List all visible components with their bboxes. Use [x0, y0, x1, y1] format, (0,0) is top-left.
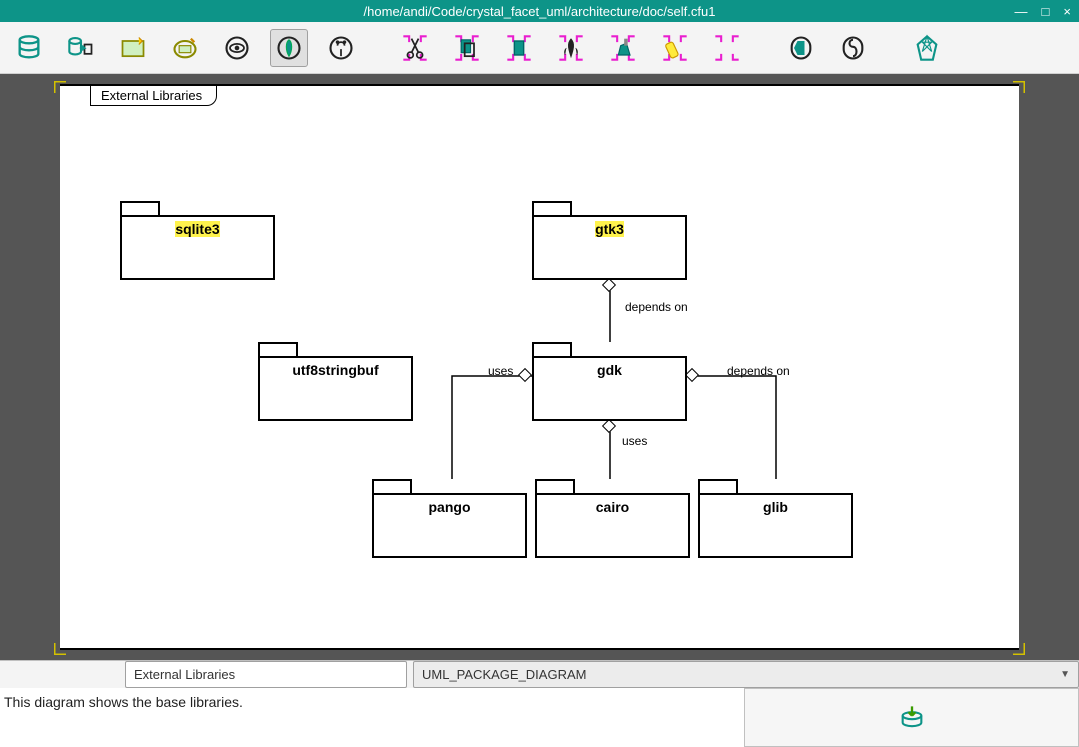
view-button[interactable] [218, 29, 256, 67]
package-label: glib [763, 499, 788, 515]
package-glib[interactable]: glib [698, 479, 853, 558]
new-window-button[interactable] [114, 29, 152, 67]
type-value: UML_PACKAGE_DIAGRAM [422, 667, 586, 682]
create-button[interactable] [322, 29, 360, 67]
type-dropdown[interactable]: UML_PACKAGE_DIAGRAM ▼ [413, 661, 1079, 688]
property-bar: UML_PACKAGE_DIAGRAM ▼ [0, 660, 1079, 688]
package-label: cairo [596, 499, 629, 515]
undo-button[interactable] [782, 29, 820, 67]
delete-button[interactable] [552, 29, 590, 67]
package-label: pango [429, 499, 471, 515]
cut-button[interactable] [396, 29, 434, 67]
about-button[interactable] [908, 29, 946, 67]
name-field[interactable] [125, 661, 407, 688]
diagram-stage-wrap: External Libraries depends on uses uses [0, 74, 1079, 660]
paste-button[interactable] [500, 29, 538, 67]
reset-selection-button[interactable] [708, 29, 746, 67]
package-gtk3[interactable]: gtk3 [532, 201, 687, 280]
minimize-button[interactable]: — [1015, 5, 1028, 18]
close-button[interactable]: × [1063, 5, 1071, 18]
highlight-button[interactable] [656, 29, 694, 67]
save-icon [898, 704, 926, 732]
titlebar: /home/andi/Code/crystal_facet_uml/archit… [0, 0, 1079, 22]
new-sibling-button[interactable] [166, 29, 204, 67]
package-cairo[interactable]: cairo [535, 479, 690, 558]
package-label: gdk [597, 362, 622, 378]
redo-button[interactable] [834, 29, 872, 67]
export-button[interactable] [62, 29, 100, 67]
package-label: sqlite3 [175, 221, 219, 237]
copy-button[interactable] [448, 29, 486, 67]
window-controls: — □ × [1015, 5, 1071, 18]
description-row: This diagram shows the base libraries. [0, 688, 1079, 747]
commit-button[interactable] [744, 688, 1079, 747]
maximize-button[interactable]: □ [1042, 5, 1050, 18]
package-gdk[interactable]: gdk [532, 342, 687, 421]
toolbar [0, 22, 1079, 74]
navigate-button[interactable] [270, 29, 308, 67]
connector-label[interactable]: depends on [625, 300, 688, 314]
diagram-canvas[interactable]: depends on uses uses depends on sqlite3 … [60, 86, 1019, 648]
connector-label[interactable]: uses [622, 434, 647, 448]
window-title: /home/andi/Code/crystal_facet_uml/archit… [364, 4, 716, 19]
connector-label[interactable]: depends on [727, 364, 790, 378]
diagram-stage[interactable]: External Libraries depends on uses uses [60, 84, 1019, 650]
package-label: gtk3 [595, 221, 624, 237]
connector-label[interactable]: uses [488, 364, 513, 378]
instantiate-button[interactable] [604, 29, 642, 67]
description-field[interactable]: This diagram shows the base libraries. [0, 688, 744, 747]
database-button[interactable] [10, 29, 48, 67]
package-pango[interactable]: pango [372, 479, 527, 558]
chevron-down-icon: ▼ [1060, 669, 1070, 680]
package-utf8stringbuf[interactable]: utf8stringbuf [258, 342, 413, 421]
package-label: utf8stringbuf [292, 362, 378, 378]
package-sqlite3[interactable]: sqlite3 [120, 201, 275, 280]
